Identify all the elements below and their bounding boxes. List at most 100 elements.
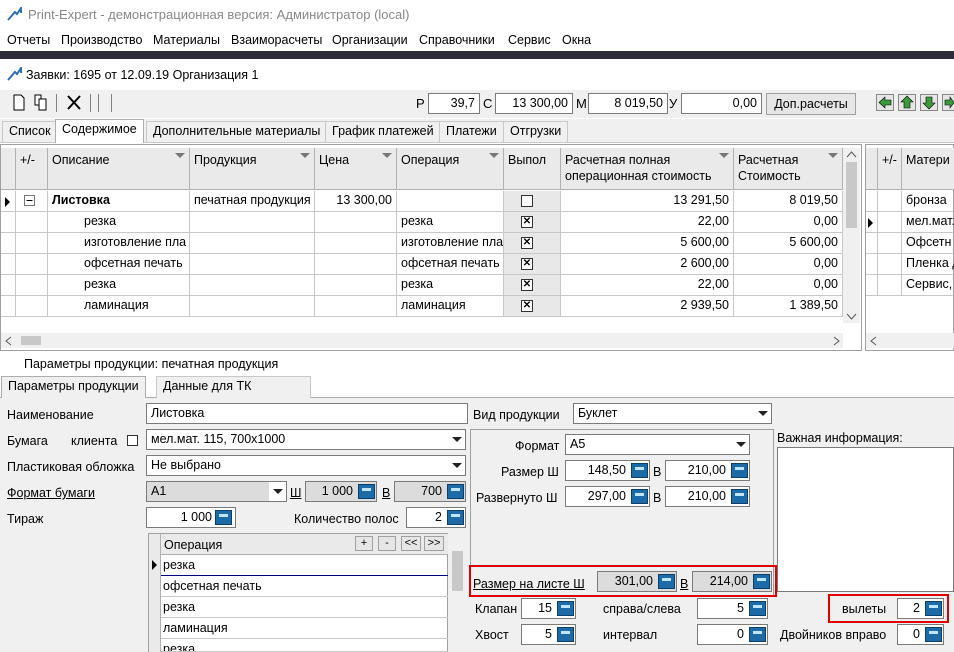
extra-calc-button[interactable]: Доп.расчеты (766, 93, 856, 115)
cell-price[interactable] (315, 296, 397, 317)
col-header-cost[interactable]: Расчетная Стоимость (734, 148, 843, 190)
chevron-down-icon[interactable] (448, 456, 465, 475)
copy-icon[interactable] (33, 94, 49, 111)
calculator-icon[interactable] (631, 463, 648, 478)
expand-cell[interactable] (878, 233, 902, 254)
scroll-thumb[interactable] (21, 336, 41, 345)
cell-operation[interactable]: офсетная печать (397, 254, 504, 275)
chevron-down-icon[interactable] (448, 430, 465, 449)
ops-row[interactable]: резка (161, 639, 448, 652)
cell-operation[interactable]: резка (397, 212, 504, 233)
paper-select[interactable]: мел.мат. 115, 700x1000 (146, 429, 466, 450)
table-row[interactable]: резка резка ✕ 22,00 0,00 (1, 212, 843, 233)
calculator-icon[interactable] (215, 510, 232, 525)
expand-cell[interactable] (878, 191, 902, 212)
cell-description[interactable]: резка (48, 275, 190, 296)
tab-content[interactable]: Содержимое (55, 119, 144, 143)
calculator-icon[interactable] (631, 489, 648, 504)
tab-tk-data[interactable]: Данные для ТК (156, 376, 311, 398)
arrow-down-icon[interactable] (920, 94, 938, 111)
materials-horizontal-scrollbar[interactable] (866, 333, 954, 348)
arrow-right-icon[interactable] (942, 94, 954, 111)
calculator-icon[interactable] (447, 484, 464, 499)
scroll-thumb[interactable] (452, 551, 463, 591)
cell-full-cost[interactable]: 2 939,50 (561, 296, 734, 317)
cell-price[interactable]: 13 300,00 (315, 191, 397, 212)
filter-dropdown-icon[interactable] (300, 153, 310, 158)
cell-price[interactable] (315, 254, 397, 275)
filter-dropdown-icon[interactable] (489, 153, 499, 158)
calculator-icon[interactable] (447, 510, 464, 525)
calculator-icon[interactable] (753, 574, 770, 589)
cell-product[interactable] (190, 212, 315, 233)
cell-cost[interactable]: 8 019,50 (734, 191, 843, 212)
ops-add-button[interactable]: + (355, 536, 373, 551)
expand-cell[interactable] (16, 191, 48, 212)
scroll-left-icon[interactable] (869, 336, 877, 346)
calculator-icon[interactable] (358, 484, 375, 499)
cell-material[interactable]: мел.мат. (902, 212, 954, 233)
col-header-expand[interactable]: +/- (878, 148, 902, 190)
materials-row[interactable]: мел.мат. (866, 212, 954, 233)
cell-done[interactable]: ✕ (504, 233, 561, 254)
scroll-right-icon[interactable] (833, 336, 841, 346)
table-row[interactable]: изготовление пла изготовление пла ✕ 5 600,0… (1, 233, 843, 254)
cell-description[interactable]: офсетная печать (48, 254, 190, 275)
new-document-icon[interactable] (11, 94, 27, 111)
col-header-price[interactable]: Цена (315, 148, 397, 190)
cell-done[interactable]: ✕ (504, 296, 561, 317)
cell-material[interactable]: Пленка д (902, 254, 954, 275)
table-row[interactable]: ламинация ламинация ✕ 2 939,50 1 389,50 (1, 296, 843, 317)
sheet-size-w-link[interactable]: Размер на листе Ш (473, 577, 585, 591)
chevron-down-icon[interactable] (269, 482, 286, 501)
scroll-up-icon[interactable] (846, 150, 857, 158)
cell-full-cost[interactable]: 13 291,50 (561, 191, 734, 212)
product-kind-select[interactable]: Буклет (573, 403, 772, 424)
done-checkbox[interactable]: ✕ (521, 279, 533, 291)
ops-move-right-button[interactable]: >> (424, 536, 444, 551)
filter-dropdown-icon[interactable] (175, 153, 185, 158)
calculator-icon[interactable] (557, 601, 574, 616)
table-row[interactable]: Листовка печатная продукция 13 300,00 13 29… (1, 191, 843, 212)
ops-row[interactable]: ламинация (161, 618, 448, 639)
ops-row[interactable]: резка (161, 555, 448, 576)
cell-material[interactable]: Сервис, (902, 275, 954, 296)
r-field[interactable]: 39,7 (428, 93, 480, 114)
col-header-done[interactable]: Выпол (504, 148, 561, 190)
menu-reports[interactable]: Отчеты (7, 33, 50, 47)
grid-vertical-scrollbar[interactable] (843, 148, 860, 323)
cell-material[interactable]: бронза (902, 191, 954, 212)
cell-cost[interactable]: 0,00 (734, 212, 843, 233)
cell-operation[interactable] (397, 191, 504, 212)
expand-cell[interactable] (16, 233, 48, 254)
col-header-product[interactable]: Продукция (190, 148, 315, 190)
cell-product[interactable] (190, 275, 315, 296)
format-select[interactable]: A5 (565, 434, 750, 455)
tab-extra-materials[interactable]: Дополнительные материалы (146, 121, 328, 142)
cell-full-cost[interactable]: 22,00 (561, 275, 734, 296)
c-field[interactable]: 13 300,00 (495, 93, 573, 114)
cell-description[interactable]: изготовление пла (48, 233, 190, 254)
expand-cell[interactable] (16, 275, 48, 296)
paper-format-select[interactable]: A1 (146, 481, 287, 502)
calculator-icon[interactable] (749, 601, 766, 616)
expand-cell[interactable] (16, 254, 48, 275)
cell-done[interactable] (504, 191, 561, 212)
filter-dropdown-icon[interactable] (828, 153, 838, 158)
cell-cost[interactable]: 5 600,00 (734, 233, 843, 254)
u-field[interactable]: 0,00 (681, 93, 762, 114)
chevron-down-icon[interactable] (732, 435, 749, 454)
menu-service[interactable]: Сервис (508, 33, 551, 47)
cell-description[interactable]: ламинация (48, 296, 190, 317)
calculator-icon[interactable] (749, 627, 766, 642)
table-row[interactable]: офсетная печать офсетная печать ✕ 2 600,00 0… (1, 254, 843, 275)
cell-done[interactable]: ✕ (504, 212, 561, 233)
cell-operation[interactable]: резка (397, 275, 504, 296)
cell-product[interactable] (190, 254, 315, 275)
calculator-icon[interactable] (925, 627, 942, 642)
cell-full-cost[interactable]: 5 600,00 (561, 233, 734, 254)
calculator-icon[interactable] (658, 574, 675, 589)
cell-price[interactable] (315, 233, 397, 254)
client-paper-checkbox[interactable] (127, 435, 138, 446)
menu-production[interactable]: Производство (61, 33, 143, 47)
